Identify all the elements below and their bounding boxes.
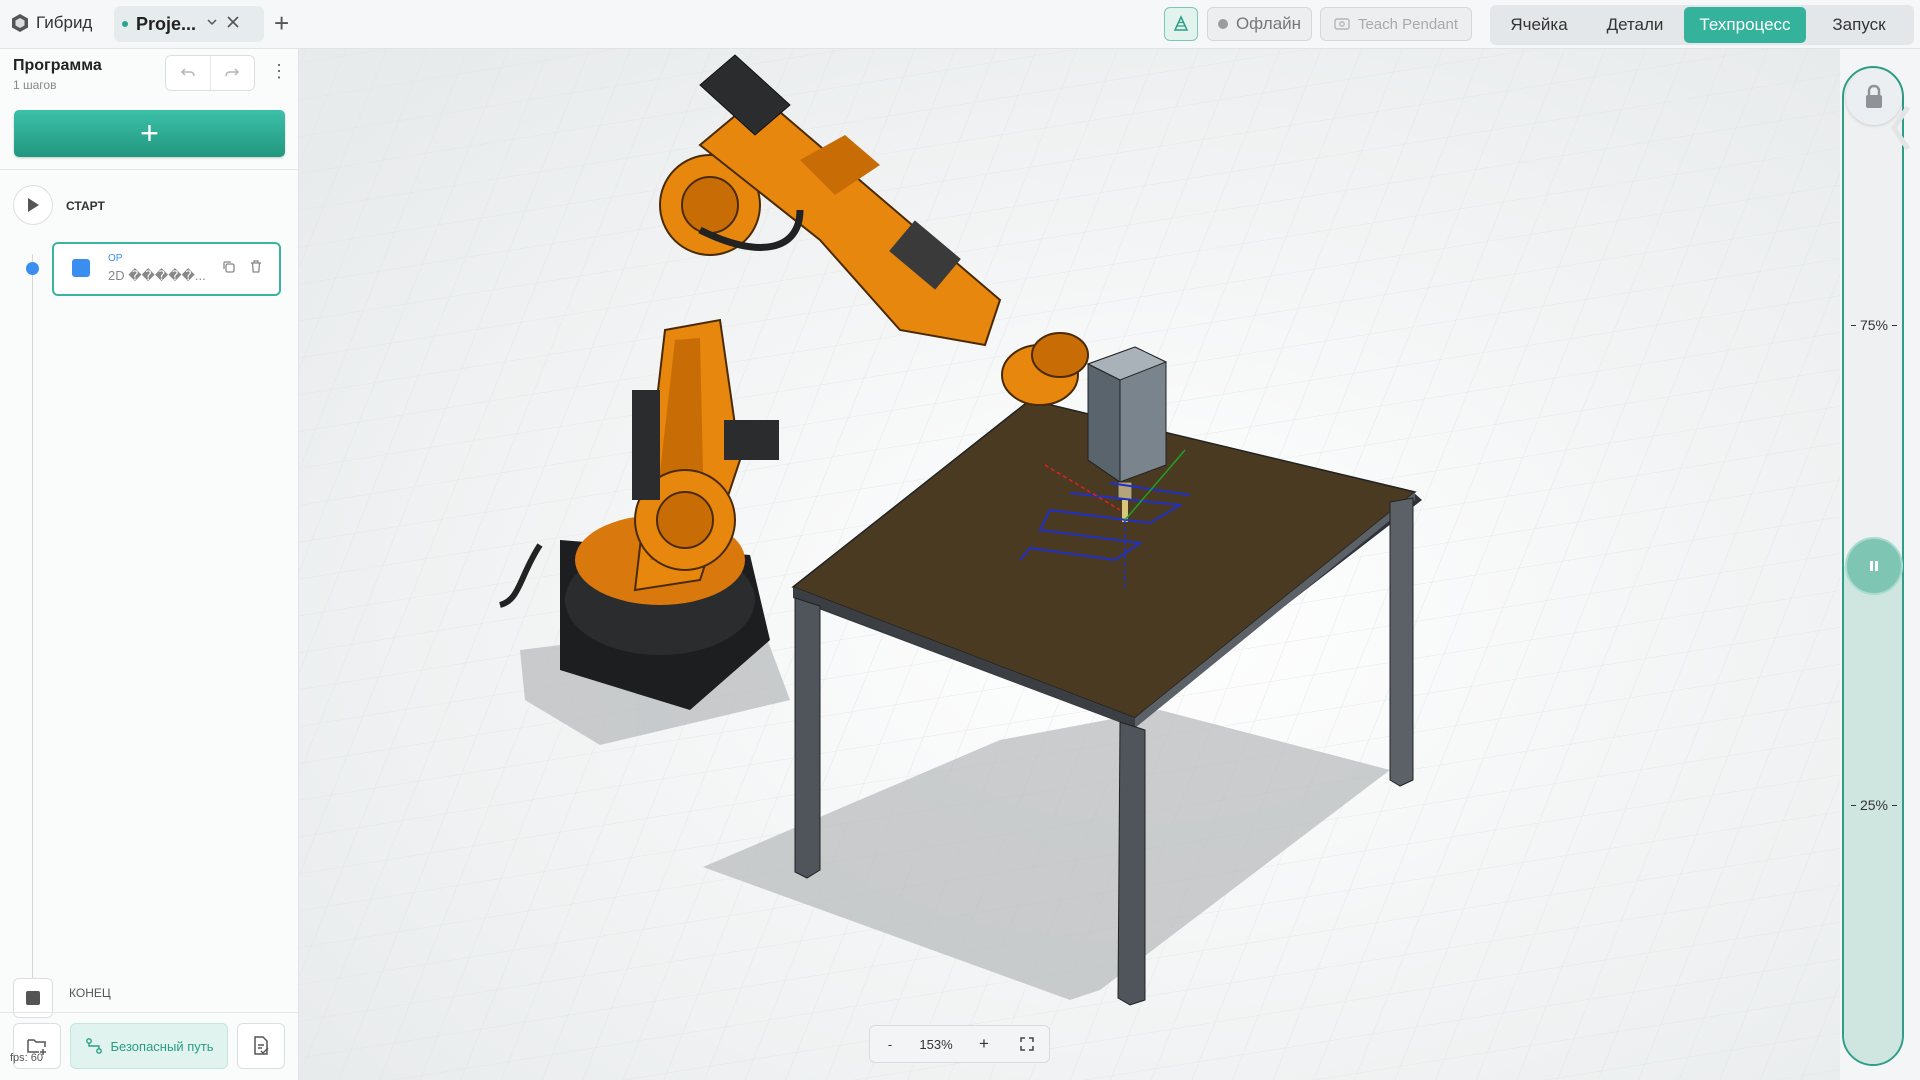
teach-pendant-label: Teach Pendant <box>1357 15 1459 33</box>
speed-tick-label: 75% <box>1859 317 1889 333</box>
cone-icon <box>1173 15 1189 31</box>
scene-canvas[interactable] <box>299 49 1840 1080</box>
safe-path-label: Безопасный путь <box>110 1038 214 1054</box>
step-type: OP <box>108 253 123 264</box>
path-icon <box>85 1038 102 1054</box>
fps-counter: fps: 60 <box>10 1052 44 1064</box>
zoom-out-button[interactable]: - <box>870 1037 910 1052</box>
step-marker <box>26 262 39 275</box>
add-tab-button[interactable]: + <box>274 10 289 36</box>
app-logo[interactable]: Гибрид <box>10 13 92 33</box>
operation-icon <box>72 259 90 277</box>
safe-path-button[interactable]: Безопасный путь <box>70 1023 228 1069</box>
play-icon <box>28 198 39 212</box>
status-dot-icon <box>1217 19 1228 29</box>
document-button[interactable] <box>237 1023 285 1069</box>
trash-icon[interactable] <box>249 259 263 277</box>
program-title: Программа <box>13 57 102 74</box>
collapse-panel-icon[interactable] <box>1890 105 1912 156</box>
lock-icon <box>1866 84 1882 108</box>
zoom-level: 153% <box>919 1036 953 1052</box>
teach-pendant-button[interactable]: Teach Pendant <box>1320 7 1472 41</box>
document-check-icon <box>254 1036 269 1055</box>
pause-icon <box>1870 561 1878 571</box>
program-panel: Программа 1 шагов ⋮ + СТАРТ OP 2D �����.… <box>0 49 299 1080</box>
divider <box>0 1012 298 1013</box>
pause-button[interactable] <box>1845 537 1903 595</box>
3d-viewport[interactable]: - 153% + <box>299 49 1840 1080</box>
zoom-in-button[interactable]: + <box>962 1034 1006 1054</box>
step-name: 2D �����... <box>108 268 206 283</box>
add-step-button[interactable]: + <box>14 110 285 157</box>
speed-fill <box>1844 566 1902 1064</box>
logo-icon <box>12 14 28 32</box>
visibility-toggle-button[interactable] <box>1164 7 1198 41</box>
tab-run[interactable]: Запуск <box>1806 7 1912 43</box>
mode-switcher: Ячейка Детали Техпроцесс Запуск <box>1490 5 1914 45</box>
chevron-down-icon[interactable] <box>206 15 218 33</box>
zoom-controls: - 153% + <box>869 1025 1050 1063</box>
tab-parts[interactable]: Детали <box>1586 7 1684 43</box>
speed-tick-label: 25% <box>1859 797 1889 813</box>
more-menu-icon[interactable]: ⋮ <box>270 60 288 82</box>
tab-process[interactable]: Техпроцесс <box>1684 7 1806 43</box>
pendant-icon <box>1334 18 1350 30</box>
connection-status-label: Офлайн <box>1235 14 1302 33</box>
start-button[interactable] <box>13 185 53 225</box>
end-label: КОНЕЦ <box>69 986 111 1000</box>
tab-cell[interactable]: Ячейка <box>1492 7 1586 43</box>
start-label: СТАРТ <box>66 199 105 213</box>
connection-status[interactable]: Офлайн <box>1207 7 1312 41</box>
speed-tick: 25% <box>1845 797 1903 813</box>
unsaved-dot <box>122 21 128 27</box>
project-tab[interactable]: Proje... <box>114 6 264 42</box>
timeline-line <box>32 254 33 989</box>
history-controls <box>165 55 255 91</box>
redo-button[interactable] <box>211 56 255 90</box>
redo-icon <box>225 68 240 77</box>
step-card[interactable]: OP 2D �����... <box>52 242 281 296</box>
divider <box>0 169 298 170</box>
undo-icon <box>180 68 195 77</box>
app-name: Гибрид <box>36 13 93 32</box>
copy-icon[interactable] <box>222 260 236 277</box>
program-step-count: 1 шагов <box>13 78 57 92</box>
fullscreen-icon <box>1020 1037 1034 1051</box>
fit-view-button[interactable] <box>1006 1037 1048 1051</box>
project-tab-label: Proje... <box>136 13 197 34</box>
stop-icon <box>26 991 40 1005</box>
top-bar: Гибрид Proje... + Офлайн Teach Pendant Я… <box>0 0 1920 49</box>
undo-button[interactable] <box>166 56 211 90</box>
speed-tick: 75% <box>1845 317 1903 333</box>
close-icon[interactable] <box>226 15 240 34</box>
